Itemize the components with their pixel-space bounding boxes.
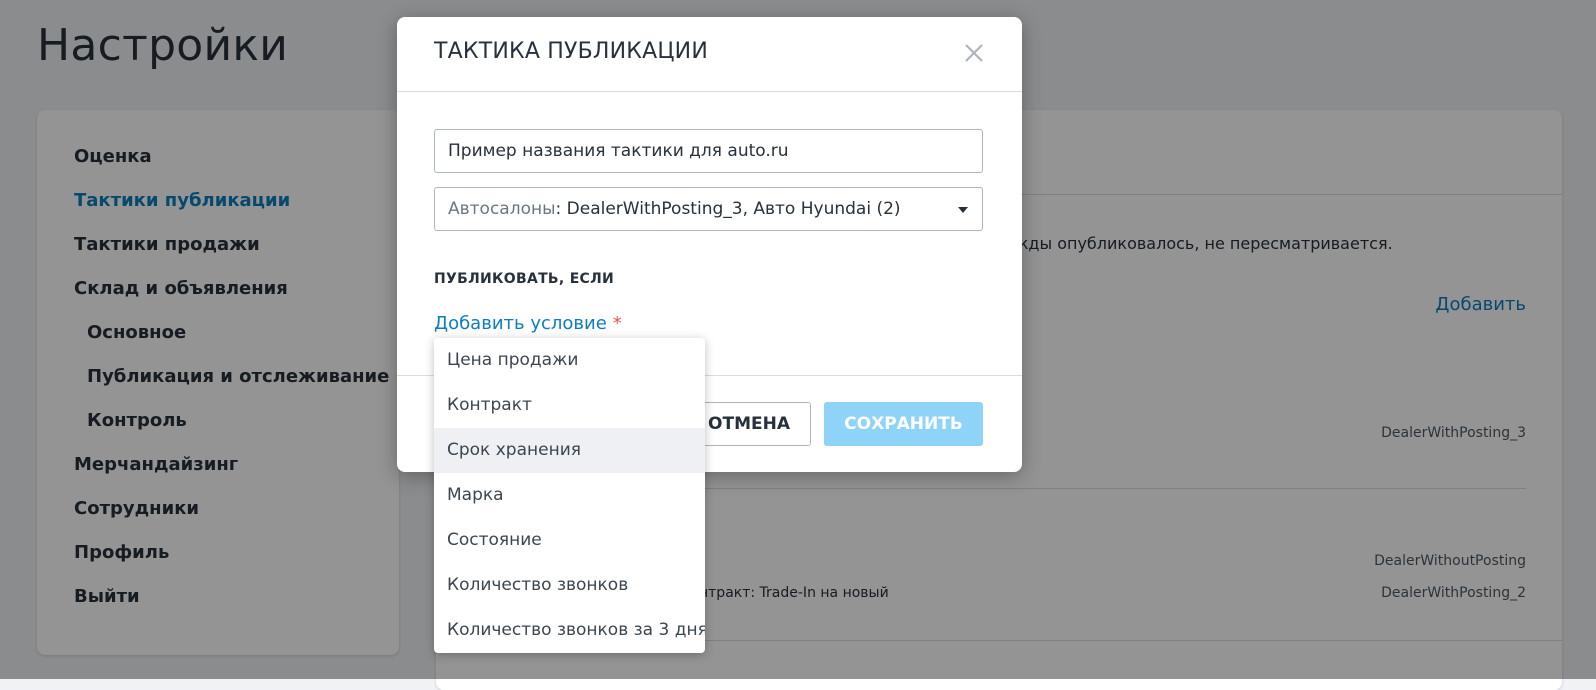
dropdown-item-sale-price[interactable]: Цена продажи [434,338,705,383]
dropdown-item-calls-3-days[interactable]: Количество звонков за 3 дня [434,608,705,653]
save-button[interactable]: СОХРАНИТЬ [824,402,983,446]
condition-dropdown: Цена продажи Контракт Срок хранения Марк… [434,338,705,653]
dropdown-item-contract[interactable]: Контракт [434,383,705,428]
modal-header: ТАКТИКА ПУБЛИКАЦИИ [397,17,1022,92]
dealers-select-value: : DealerWithPosting_3, Авто Hyundai (2) [555,199,901,219]
dropdown-item-condition[interactable]: Состояние [434,518,705,563]
add-condition-label: Добавить условие [434,313,607,334]
dropdown-item-brand[interactable]: Марка [434,473,705,518]
required-mark: * [612,313,622,334]
close-icon[interactable] [962,41,986,65]
add-condition-link[interactable]: Добавить условие * [434,313,622,334]
dropdown-item-calls-count[interactable]: Количество звонков [434,563,705,608]
dealers-select[interactable]: Автосалоны: DealerWithPosting_3, Авто Hy… [434,187,983,231]
publish-if-label: ПУБЛИКОВАТЬ, ЕСЛИ [434,271,615,287]
cancel-button[interactable]: ОТМЕНА [687,402,811,446]
modal-title: ТАКТИКА ПУБЛИКАЦИИ [434,39,708,64]
dealers-select-label: Автосалоны [448,199,556,219]
tactic-name-input[interactable] [434,129,983,173]
dropdown-item-storage-period[interactable]: Срок хранения [434,428,705,473]
chevron-down-icon [958,207,968,213]
